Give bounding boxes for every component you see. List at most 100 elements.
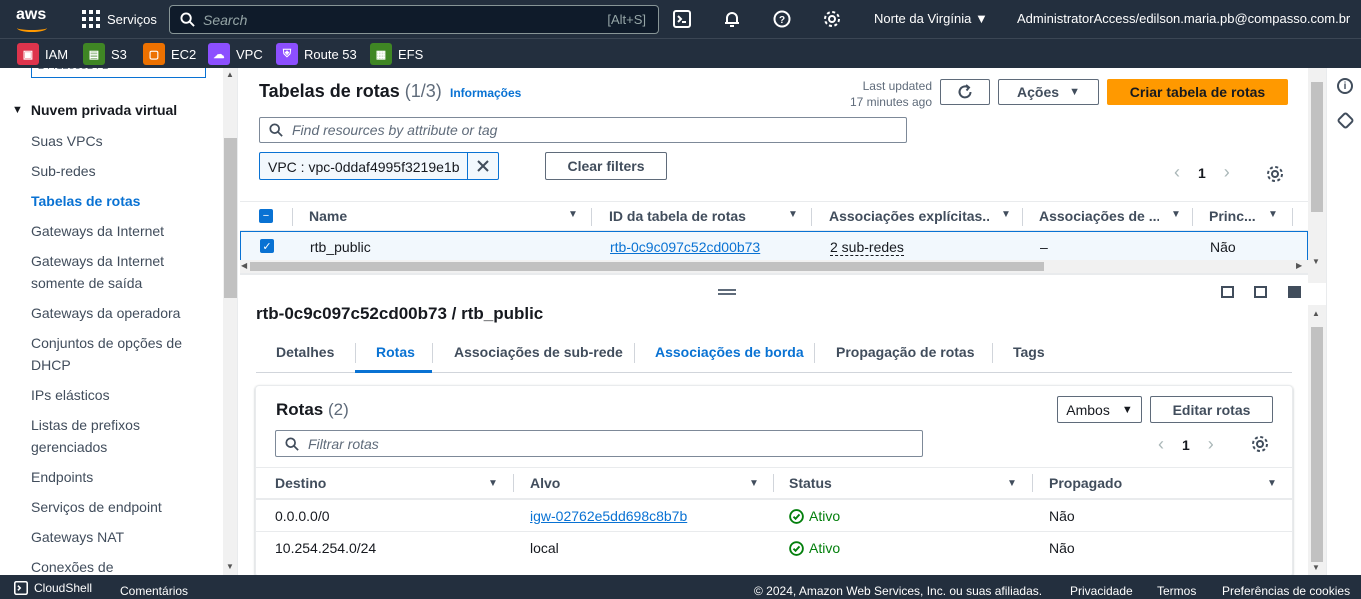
column-header-propagated[interactable]: Propagado xyxy=(1049,475,1122,491)
sidebar-item-endpoint-services[interactable]: Serviços de endpoint xyxy=(31,496,211,518)
resize-handle-icon[interactable] xyxy=(718,289,736,295)
sort-caret-icon[interactable]: ▼ xyxy=(568,209,578,220)
sidebar-section-vpc[interactable]: ▼ Nuvem privada virtual xyxy=(12,102,177,118)
resource-filter-input[interactable]: Find resources by attribute or tag xyxy=(259,117,907,143)
table-row[interactable]: ✓ rtb_public rtb-0c9c097c52cd00b73 2 sub… xyxy=(240,231,1308,261)
detail-vertical-scrollbar[interactable]: ▲ ▼ xyxy=(1308,305,1326,575)
column-header-id[interactable]: ID da tabela de rotas xyxy=(609,208,746,224)
favorite-ec2[interactable]: ▢ EC2 xyxy=(143,43,196,65)
favorite-s3[interactable]: ▤ S3 xyxy=(83,43,127,65)
remove-filter-close-icon[interactable] xyxy=(468,153,498,179)
sidebar-item-subnets[interactable]: Sub-redes xyxy=(31,160,211,182)
sidebar-item-egress-only-gateways[interactable]: Gateways da Internet somente de saída xyxy=(31,250,211,294)
sidebar-item-prefix-lists[interactable]: Listas de prefixos gerenciados xyxy=(31,414,211,458)
actions-dropdown-button[interactable]: Ações ▼ xyxy=(998,79,1099,105)
tab-route-propagation[interactable]: Propagação de rotas xyxy=(836,344,975,360)
cloudshell-icon[interactable] xyxy=(672,9,692,29)
notifications-bell-icon[interactable] xyxy=(722,9,742,29)
favorite-efs[interactable]: ▦ EFS xyxy=(370,43,423,65)
sort-caret-icon[interactable]: ▼ xyxy=(1171,209,1181,220)
region-selector[interactable]: Norte da Virgínia ▼ xyxy=(874,11,988,26)
vertical-scrollbar-thumb[interactable] xyxy=(1311,327,1323,562)
scroll-right-icon[interactable]: ▶ xyxy=(1296,261,1302,270)
select-all-checkbox[interactable]: − xyxy=(259,209,273,223)
column-header-edge-assoc[interactable]: Associações de ... xyxy=(1039,208,1159,224)
sidebar-item-elastic-ips[interactable]: IPs elásticos xyxy=(31,384,211,406)
sidebar-item-internet-gateways[interactable]: Gateways da Internet xyxy=(31,220,211,242)
clear-filters-button[interactable]: Clear filters xyxy=(545,152,667,180)
scroll-down-icon[interactable]: ▼ xyxy=(1312,563,1320,572)
sidebar-scrollbar-thumb[interactable] xyxy=(224,138,237,298)
column-header-status[interactable]: Status xyxy=(789,475,832,491)
cloudshell-button[interactable]: CloudShell xyxy=(14,581,92,595)
split-side-icon[interactable] xyxy=(1254,286,1267,298)
scroll-up-icon[interactable]: ▲ xyxy=(1312,309,1320,318)
sort-caret-icon[interactable]: ▼ xyxy=(1001,209,1011,220)
tab-tags[interactable]: Tags xyxy=(1013,344,1045,360)
favorite-route53[interactable]: ⛨ Route 53 xyxy=(276,43,357,65)
sort-caret-icon[interactable]: ▼ xyxy=(749,478,759,489)
services-menu-button[interactable]: Serviços xyxy=(82,10,157,28)
column-header-destination[interactable]: Destino xyxy=(275,475,326,491)
sidebar-item-dhcp-options[interactable]: Conjuntos de opções de DHCP xyxy=(31,332,211,376)
scroll-down-icon[interactable]: ▼ xyxy=(1312,257,1320,266)
sidebar-item-vpcs[interactable]: Suas VPCs xyxy=(31,130,211,152)
sidebar-item-nat-gateways[interactable]: Gateways NAT xyxy=(31,526,211,548)
column-header-target[interactable]: Alvo xyxy=(530,475,560,491)
routes-settings-gear-icon[interactable] xyxy=(1250,434,1270,454)
tab-details[interactable]: Detalhes xyxy=(276,344,334,360)
table-settings-gear-icon[interactable] xyxy=(1265,164,1285,184)
column-header-main[interactable]: Princ... xyxy=(1209,208,1259,224)
create-route-table-button[interactable]: Criar tabela de rotas xyxy=(1107,79,1288,105)
current-page[interactable]: 1 xyxy=(1198,165,1206,181)
routes-filter-input[interactable]: Filtrar rotas xyxy=(275,430,923,457)
explicit-associations-value[interactable]: 2 sub-redes xyxy=(830,239,904,256)
cookie-preferences-link[interactable]: Preferências de cookies xyxy=(1222,584,1350,598)
prev-page-chevron-icon[interactable]: ‹ xyxy=(1158,434,1164,455)
route-target-link[interactable]: igw-02762e5dd698c8b7b xyxy=(530,508,687,524)
refresh-button[interactable] xyxy=(940,79,990,105)
tab-routes[interactable]: Rotas xyxy=(376,344,415,360)
comments-link[interactable]: Comentários xyxy=(120,584,188,598)
horizontal-scrollbar-thumb[interactable] xyxy=(250,262,1044,271)
vertical-scrollbar-thumb[interactable] xyxy=(1311,82,1323,212)
current-page[interactable]: 1 xyxy=(1182,437,1190,453)
account-menu[interactable]: AdministratorAccess/edilson.maria.pb@com… xyxy=(1017,11,1350,26)
column-header-explicit-assoc[interactable]: Associações explícitas... xyxy=(829,208,989,224)
settings-hex-icon[interactable] xyxy=(1336,111,1355,130)
sort-caret-icon[interactable]: ▼ xyxy=(488,478,498,489)
column-header-name[interactable]: Name xyxy=(309,208,347,224)
info-panel-icon[interactable]: i xyxy=(1337,78,1353,94)
scroll-down-icon[interactable]: ▼ xyxy=(226,562,234,571)
next-page-chevron-icon[interactable]: › xyxy=(1224,162,1230,183)
sort-caret-icon[interactable]: ▼ xyxy=(1267,478,1277,489)
sort-caret-icon[interactable]: ▼ xyxy=(1268,209,1278,220)
sidebar-item-carrier-gateways[interactable]: Gateways da operadora xyxy=(31,302,211,324)
table-vertical-scrollbar[interactable]: ▼ xyxy=(1308,68,1326,283)
split-bottom-icon[interactable] xyxy=(1221,286,1234,298)
row-checkbox[interactable]: ✓ xyxy=(260,239,274,253)
tab-subnet-associations[interactable]: Associações de sub-rede xyxy=(454,344,623,360)
favorite-vpc[interactable]: ☁ VPC xyxy=(208,43,263,65)
route-filter-select[interactable]: Ambos ▼ xyxy=(1057,396,1142,423)
settings-gear-icon[interactable] xyxy=(822,9,842,29)
aws-logo[interactable]: aws xyxy=(16,7,50,33)
sort-caret-icon[interactable]: ▼ xyxy=(1007,478,1017,489)
edit-routes-button[interactable]: Editar rotas xyxy=(1150,396,1273,423)
help-icon[interactable]: ? xyxy=(772,9,792,29)
table-horizontal-scrollbar[interactable]: ◀ ▶ xyxy=(240,260,1308,273)
route-table-id-link[interactable]: rtb-0c9c097c52cd00b73 xyxy=(610,239,760,255)
scroll-up-icon[interactable]: ▲ xyxy=(226,70,234,79)
sort-caret-icon[interactable]: ▼ xyxy=(788,209,798,220)
sidebar-item-endpoints[interactable]: Endpoints xyxy=(31,466,211,488)
tab-edge-associations[interactable]: Associações de borda xyxy=(655,344,804,360)
scroll-left-icon[interactable]: ◀ xyxy=(241,261,247,270)
sidebar-item-peering-connections[interactable]: Conexões de xyxy=(31,556,211,575)
prev-page-chevron-icon[interactable]: ‹ xyxy=(1174,162,1180,183)
terms-link[interactable]: Termos xyxy=(1157,584,1196,598)
info-link[interactable]: Informações xyxy=(450,86,521,100)
global-search-input[interactable]: Search [Alt+S] xyxy=(169,5,659,34)
privacy-link[interactable]: Privacidade xyxy=(1070,584,1133,598)
sidebar-item-route-tables[interactable]: Tabelas de rotas xyxy=(31,190,211,212)
split-full-icon[interactable] xyxy=(1288,286,1301,298)
